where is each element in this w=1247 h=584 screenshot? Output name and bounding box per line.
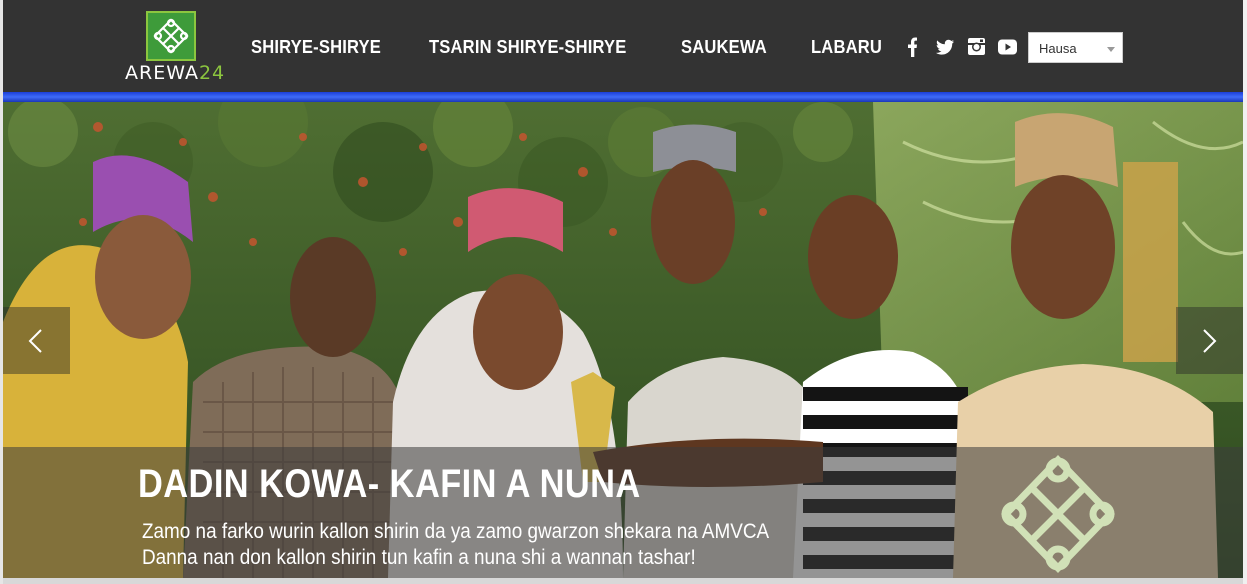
- slider-prev-button[interactable]: [3, 307, 70, 374]
- nav-item-tsarin-shirye-shirye[interactable]: TSARIN SHIRYE-SHIRYE: [429, 35, 627, 59]
- facebook-icon[interactable]: [900, 36, 931, 58]
- chevron-down-icon: [1107, 47, 1115, 52]
- logo-knot-icon: [146, 11, 196, 61]
- slider-next-button[interactable]: [1176, 307, 1243, 374]
- chevron-right-icon: [1203, 329, 1217, 353]
- page-bottom-edge: [3, 578, 1243, 584]
- hero-slider[interactable]: DADIN KOWA- KAFIN A NUNA Zamo na farko w…: [3, 102, 1243, 578]
- language-select-value: Hausa: [1039, 41, 1077, 56]
- hero-subtitle-line1: Zamo na farko wurin kallon shirin da ya …: [142, 520, 770, 543]
- instagram-icon[interactable]: [962, 36, 993, 58]
- main-nav: SHIRYE-SHIRYE TSARIN SHIRYE-SHIRYE SAUKE…: [251, 35, 926, 59]
- youtube-icon[interactable]: [993, 36, 1024, 58]
- nav-item-labaru[interactable]: LABARU: [811, 35, 882, 59]
- site-header: AREWA24 SHIRYE-SHIRYE TSARIN SHIRYE-SHIR…: [3, 0, 1243, 92]
- twitter-icon[interactable]: [931, 36, 962, 58]
- chevron-left-icon: [28, 329, 42, 353]
- logo-text: AREWA: [125, 62, 199, 84]
- logo-number: 24: [198, 62, 226, 84]
- watermark-knot-icon: [1001, 454, 1115, 574]
- hero-title: DADIN KOWA- KAFIN A NUNA: [138, 462, 641, 506]
- brand-logo[interactable]: AREWA24: [125, 8, 225, 86]
- nav-item-saukewa[interactable]: SAUKEWA: [681, 35, 767, 59]
- page: AREWA24 SHIRYE-SHIRYE TSARIN SHIRYE-SHIR…: [0, 0, 1247, 584]
- nav-item-shirye-shirye[interactable]: SHIRYE-SHIRYE: [251, 35, 381, 59]
- logo-wordmark: AREWA24: [125, 62, 225, 84]
- social-links: [900, 36, 1024, 58]
- header-accent-bar: [3, 92, 1243, 102]
- hero-subtitle-line2: Danna nan don kallon shirin tun kafin a …: [142, 546, 696, 569]
- page-edge-right: [1243, 0, 1247, 584]
- language-select[interactable]: Hausa: [1028, 32, 1123, 63]
